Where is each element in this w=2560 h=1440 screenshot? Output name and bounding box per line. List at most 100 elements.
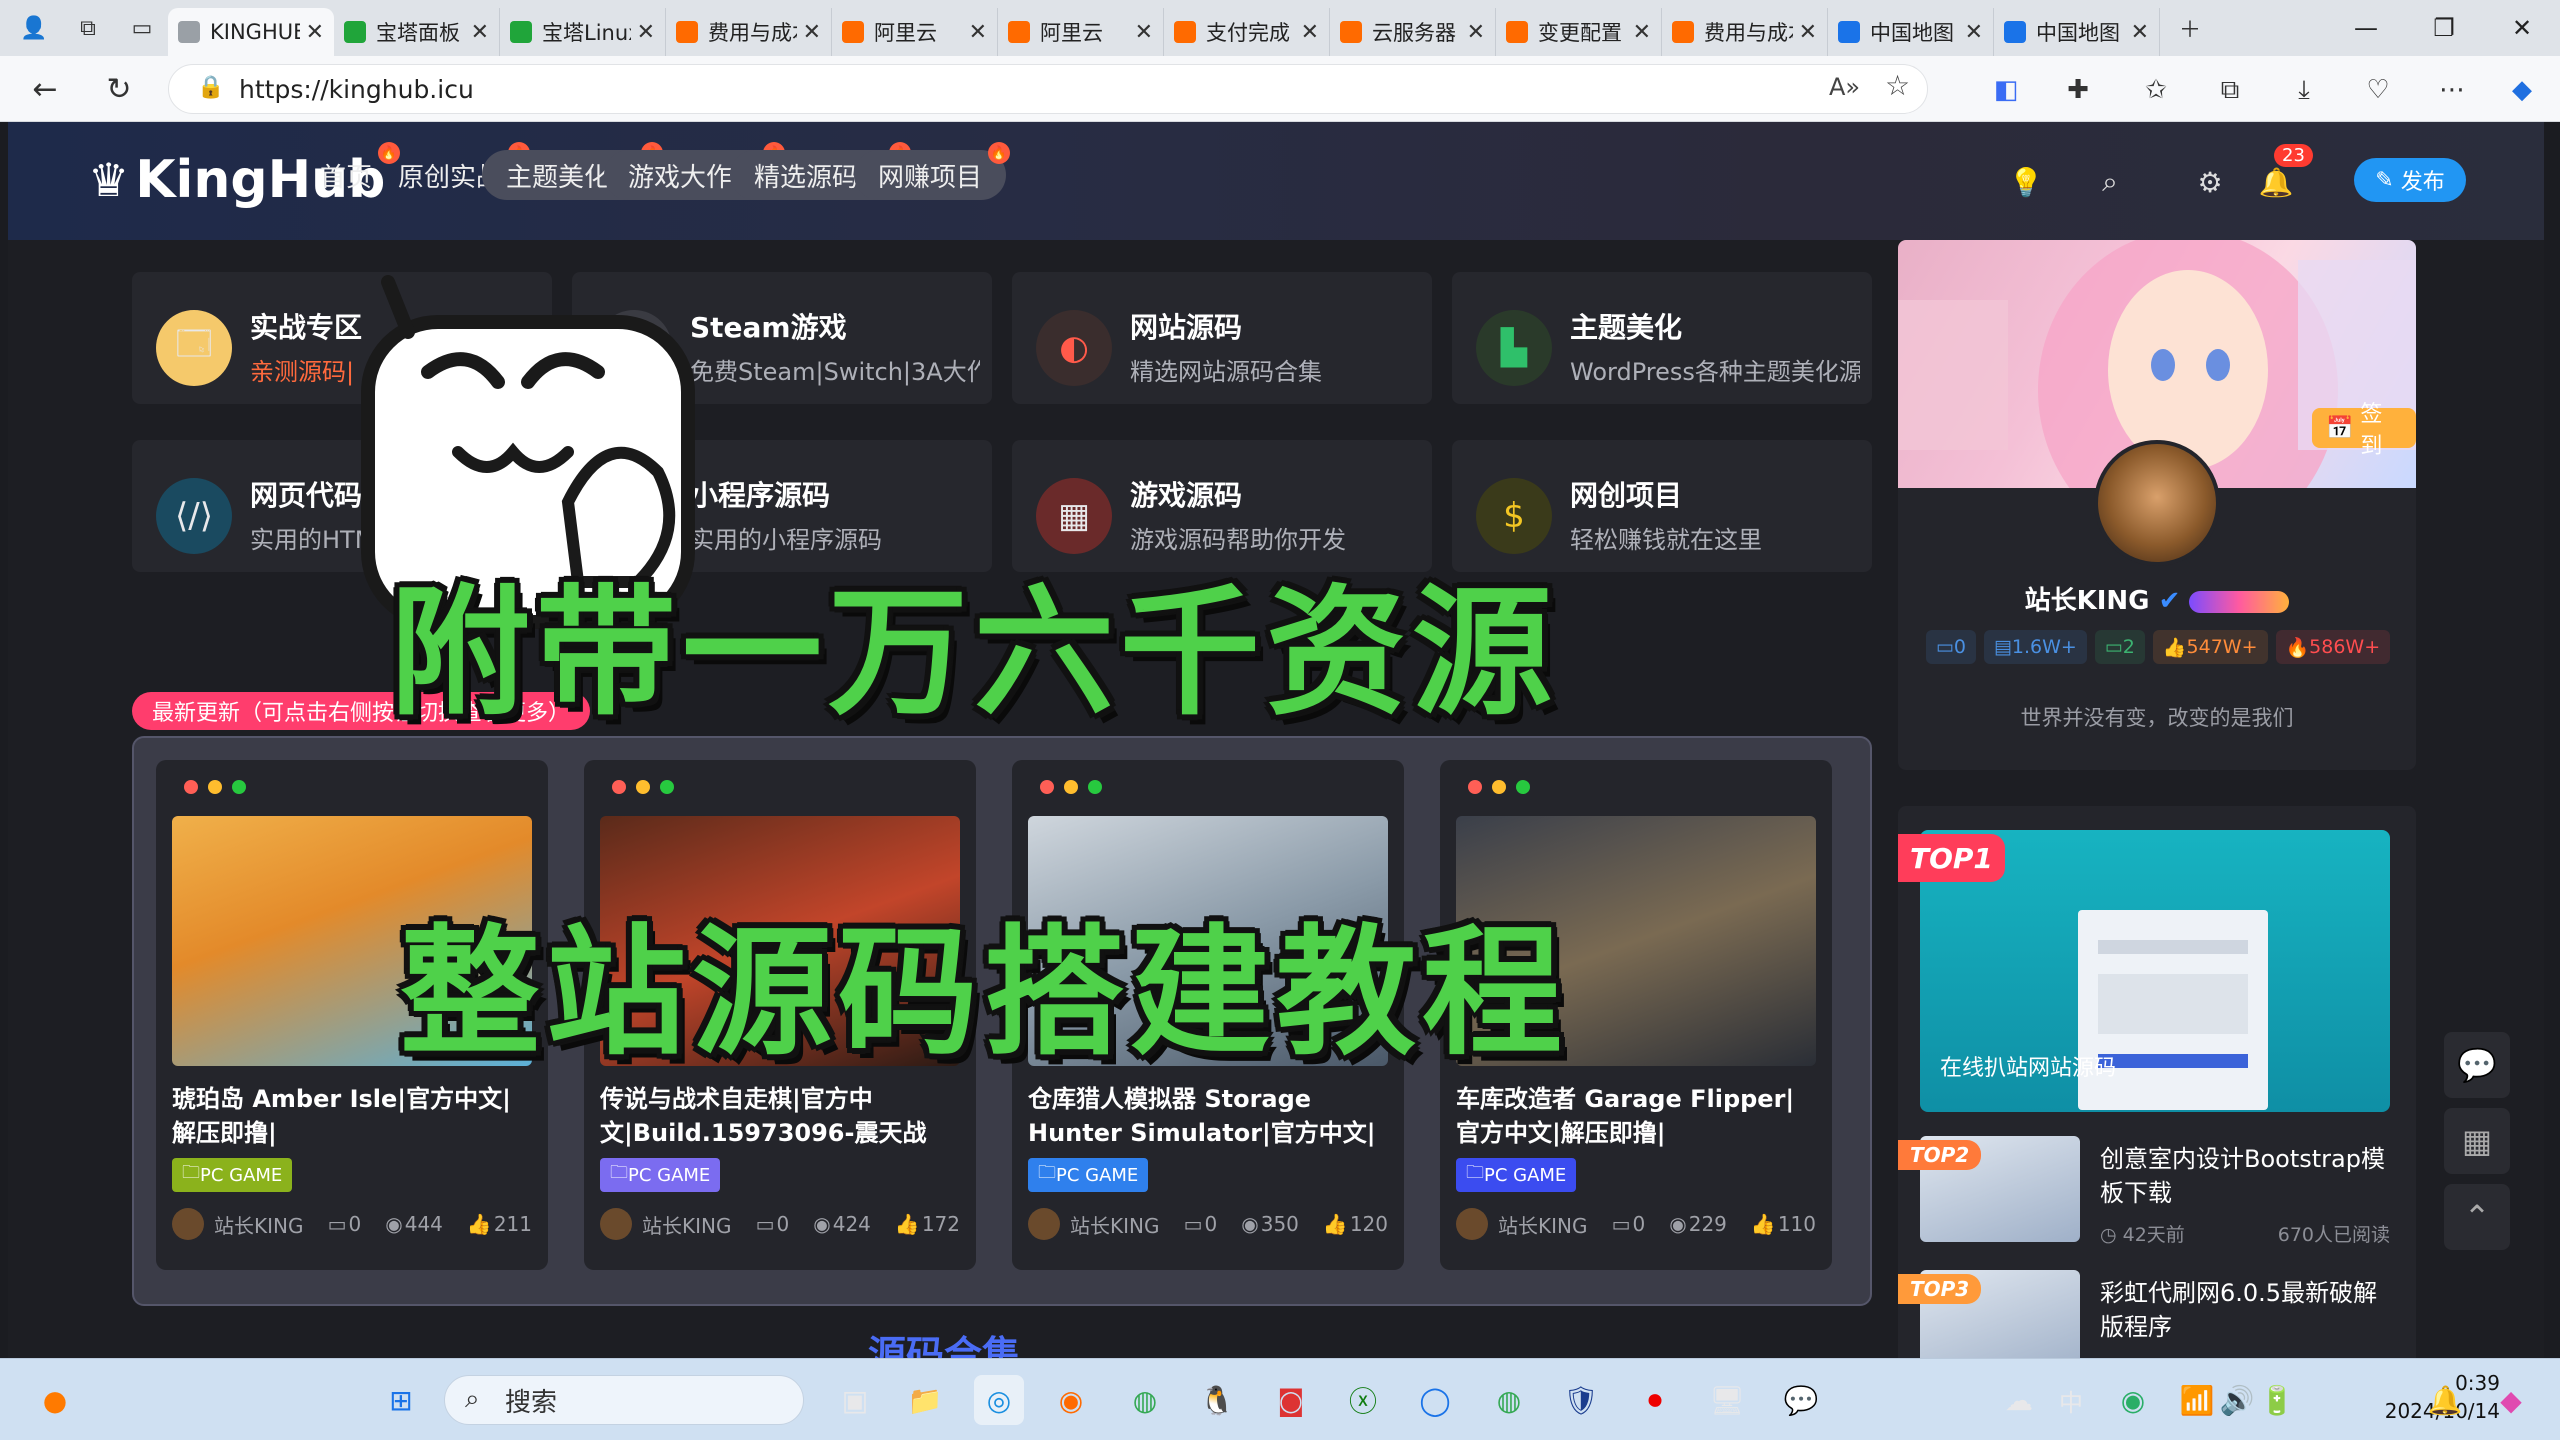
lock-icon[interactable]: 🔒 xyxy=(197,75,224,100)
author-name[interactable]: 站长KING xyxy=(1070,1210,1159,1239)
close-tab-icon[interactable]: ✕ xyxy=(969,20,987,45)
author-name[interactable]: 站长KING xyxy=(642,1210,731,1239)
back-icon[interactable]: ← xyxy=(22,66,68,112)
reload-icon[interactable]: ↻ xyxy=(96,66,142,112)
close-tab-icon[interactable]: ✕ xyxy=(1965,20,1983,45)
close-window-button[interactable]: ✕ xyxy=(2484,0,2560,56)
copilot-icon[interactable]: ◆ xyxy=(2500,68,2544,112)
profile-stat[interactable]: ▭ 2 xyxy=(2094,630,2145,664)
tray-app-icon[interactable]: ◉ xyxy=(2108,1375,2158,1425)
browser-tab[interactable]: 宝塔面板 ✕ xyxy=(334,8,500,56)
qq-icon[interactable]: 🐧 xyxy=(1192,1375,1242,1425)
author-avatar[interactable] xyxy=(600,1208,632,1240)
battery-icon[interactable]: 🔋 xyxy=(2252,1375,2302,1425)
minimize-button[interactable]: — xyxy=(2328,0,2404,56)
url-field[interactable]: 🔒 https://kinghub.icu A» ☆ xyxy=(168,64,1928,114)
wechat-icon[interactable]: 💬 xyxy=(2444,1032,2510,1098)
category-card[interactable]: ▙ 主题美化 WordPress各种主题美化源码 xyxy=(1452,272,1872,404)
restore-button[interactable]: ❐ xyxy=(2406,0,2482,56)
close-tab-icon[interactable]: ✕ xyxy=(471,20,489,45)
extension-icon[interactable]: ◧ xyxy=(1984,68,2028,112)
more-menu-icon[interactable]: ⋯ xyxy=(2430,68,2474,112)
author-avatar[interactable] xyxy=(1456,1208,1488,1240)
idea-icon[interactable]: 💡 xyxy=(2006,162,2046,202)
post-tag[interactable]: 🗀 PC GAME xyxy=(600,1158,721,1192)
wechat-taskbar-icon[interactable]: 💬 xyxy=(1776,1375,1826,1425)
hot-title[interactable]: 创意室内设计Bootstrap模板下载 xyxy=(2100,1142,2390,1210)
category-card[interactable]: ◐ 网站源码 精选网站源码合集 xyxy=(1012,272,1432,404)
nav-item[interactable]: 网赚项目 🔥 xyxy=(854,142,1011,200)
author-name[interactable]: 站长KING xyxy=(214,1210,303,1239)
post-title[interactable]: 传说与战术自走棋|官方中文|Build.15973096-震天战吼-魔... xyxy=(600,1082,960,1150)
network-off-icon[interactable]: ☁ xyxy=(1994,1375,2044,1425)
task-view-icon[interactable]: ▣ xyxy=(830,1375,880,1425)
weather-widget-icon[interactable]: ● xyxy=(30,1375,80,1425)
close-tab-icon[interactable]: ✕ xyxy=(1799,20,1817,45)
notification-center-icon[interactable]: 🔔 xyxy=(2420,1375,2470,1425)
hot-list-item[interactable]: 创意室内设计Bootstrap模板下载 ◷ 42天前 670人已阅读 xyxy=(1920,1136,2390,1246)
author-avatar[interactable] xyxy=(1028,1208,1060,1240)
file-explorer-icon[interactable]: 📁 xyxy=(900,1375,950,1425)
start-icon[interactable]: ⊞ xyxy=(376,1375,426,1425)
browser-tab[interactable]: 阿里云 ✕ xyxy=(998,8,1164,56)
copilot-taskbar-icon[interactable]: ◆ xyxy=(2486,1375,2536,1425)
browser-tab[interactable]: KINGHUB ✕ xyxy=(168,8,334,56)
monitor-icon[interactable]: 🖥 xyxy=(1702,1375,1752,1425)
avatar[interactable] xyxy=(2094,440,2220,566)
bell-icon[interactable]: 🔔 xyxy=(2256,162,2296,202)
profile-stat[interactable]: 🔥 586W+ xyxy=(2275,630,2391,664)
post-tag[interactable]: 🗀 PC GAME xyxy=(1456,1158,1577,1192)
ime-indicator[interactable]: 中 xyxy=(2046,1375,2096,1425)
record-icon[interactable]: ⏺ xyxy=(1630,1375,1680,1425)
browser-tab[interactable]: 变更配置 ✕ xyxy=(1496,8,1662,56)
browser-tab[interactable]: 中国地图 ✕ xyxy=(1994,8,2160,56)
favorite-star-icon[interactable]: ☆ xyxy=(1885,69,1910,102)
back-to-top-icon[interactable]: ⌃ xyxy=(2444,1184,2510,1250)
browser-essentials-icon[interactable]: ♡ xyxy=(2356,68,2400,112)
browser-tab[interactable]: 费用与成本✕ xyxy=(666,8,832,56)
profile-stat[interactable]: ▭ 0 xyxy=(1925,630,1976,664)
post-tag[interactable]: 🗀 PC GAME xyxy=(1028,1158,1149,1192)
download-icon[interactable]: ⤓ xyxy=(2282,68,2326,112)
profile-icon[interactable]: 👤 xyxy=(14,8,54,48)
close-tab-icon[interactable]: ✕ xyxy=(637,20,655,45)
hot-list-item[interactable]: 彩虹代刷网6.0.5最新破解版程序 xyxy=(1920,1270,2390,1358)
browser-tab[interactable]: 费用与成本✕ xyxy=(1662,8,1828,56)
app-icon[interactable]: ◙ xyxy=(1266,1375,1316,1425)
close-tab-icon[interactable]: ✕ xyxy=(803,20,821,45)
post-title[interactable]: 仓库猎人模拟器 Storage Hunter Simulator|官方中文|解压… xyxy=(1028,1082,1388,1150)
workspaces-icon[interactable]: ⧉ xyxy=(68,8,108,48)
author-name[interactable]: 站长KING xyxy=(1498,1210,1587,1239)
collections-icon[interactable]: ⧉ xyxy=(2208,68,2252,112)
xbox-icon[interactable]: ⓧ xyxy=(1338,1375,1388,1425)
read-aloud-icon[interactable]: A» xyxy=(1829,73,1860,101)
post-tag[interactable]: 🗀 PC GAME xyxy=(172,1158,293,1192)
browser-tab[interactable]: 宝塔Linux✕ xyxy=(500,8,666,56)
extensions-puzzle-icon[interactable]: ✚ xyxy=(2056,68,2100,112)
tab-actions-icon[interactable]: ▭ xyxy=(122,8,162,48)
author-avatar[interactable] xyxy=(172,1208,204,1240)
close-tab-icon[interactable]: ✕ xyxy=(1467,20,1485,45)
search-icon[interactable]: ⌕ xyxy=(2090,162,2130,202)
chrome-alt-icon[interactable]: ◍ xyxy=(1484,1375,1534,1425)
edge-icon[interactable]: ◎ xyxy=(974,1375,1024,1425)
post-title[interactable]: 车库改造者 Garage Flipper|官方中文|解压即撸| xyxy=(1456,1082,1816,1150)
new-tab-icon[interactable]: ＋ xyxy=(2170,8,2210,48)
browser-tab[interactable]: 阿里云 ✕ xyxy=(832,8,998,56)
qr-code-icon[interactable]: ▦ xyxy=(2444,1108,2510,1174)
settings-gear-icon[interactable]: ⚙ xyxy=(2190,162,2230,202)
browser-tab[interactable]: 云服务器 ✕ xyxy=(1330,8,1496,56)
close-tab-icon[interactable]: ✕ xyxy=(1135,20,1153,45)
post-title[interactable]: 琥珀岛 Amber Isle|官方中文|解压即撸| xyxy=(172,1082,532,1150)
close-tab-icon[interactable]: ✕ xyxy=(2131,20,2149,45)
browser-tab[interactable]: 中国地图 ✕ xyxy=(1828,8,1994,56)
publish-button[interactable]: ✎ 发布 xyxy=(2354,158,2466,202)
favorites-icon[interactable]: ✩ xyxy=(2134,68,2178,112)
app-circle-icon[interactable]: ◯ xyxy=(1410,1375,1460,1425)
close-tab-icon[interactable]: ✕ xyxy=(306,20,324,45)
hot-title[interactable]: 彩虹代刷网6.0.5最新破解版程序 xyxy=(2100,1276,2390,1344)
security-icon[interactable]: 🛡 xyxy=(1556,1375,1606,1425)
firefox-icon[interactable]: ◉ xyxy=(1046,1375,1096,1425)
signin-button[interactable]: 📅 签到 xyxy=(2312,402,2416,459)
close-tab-icon[interactable]: ✕ xyxy=(1301,20,1319,45)
